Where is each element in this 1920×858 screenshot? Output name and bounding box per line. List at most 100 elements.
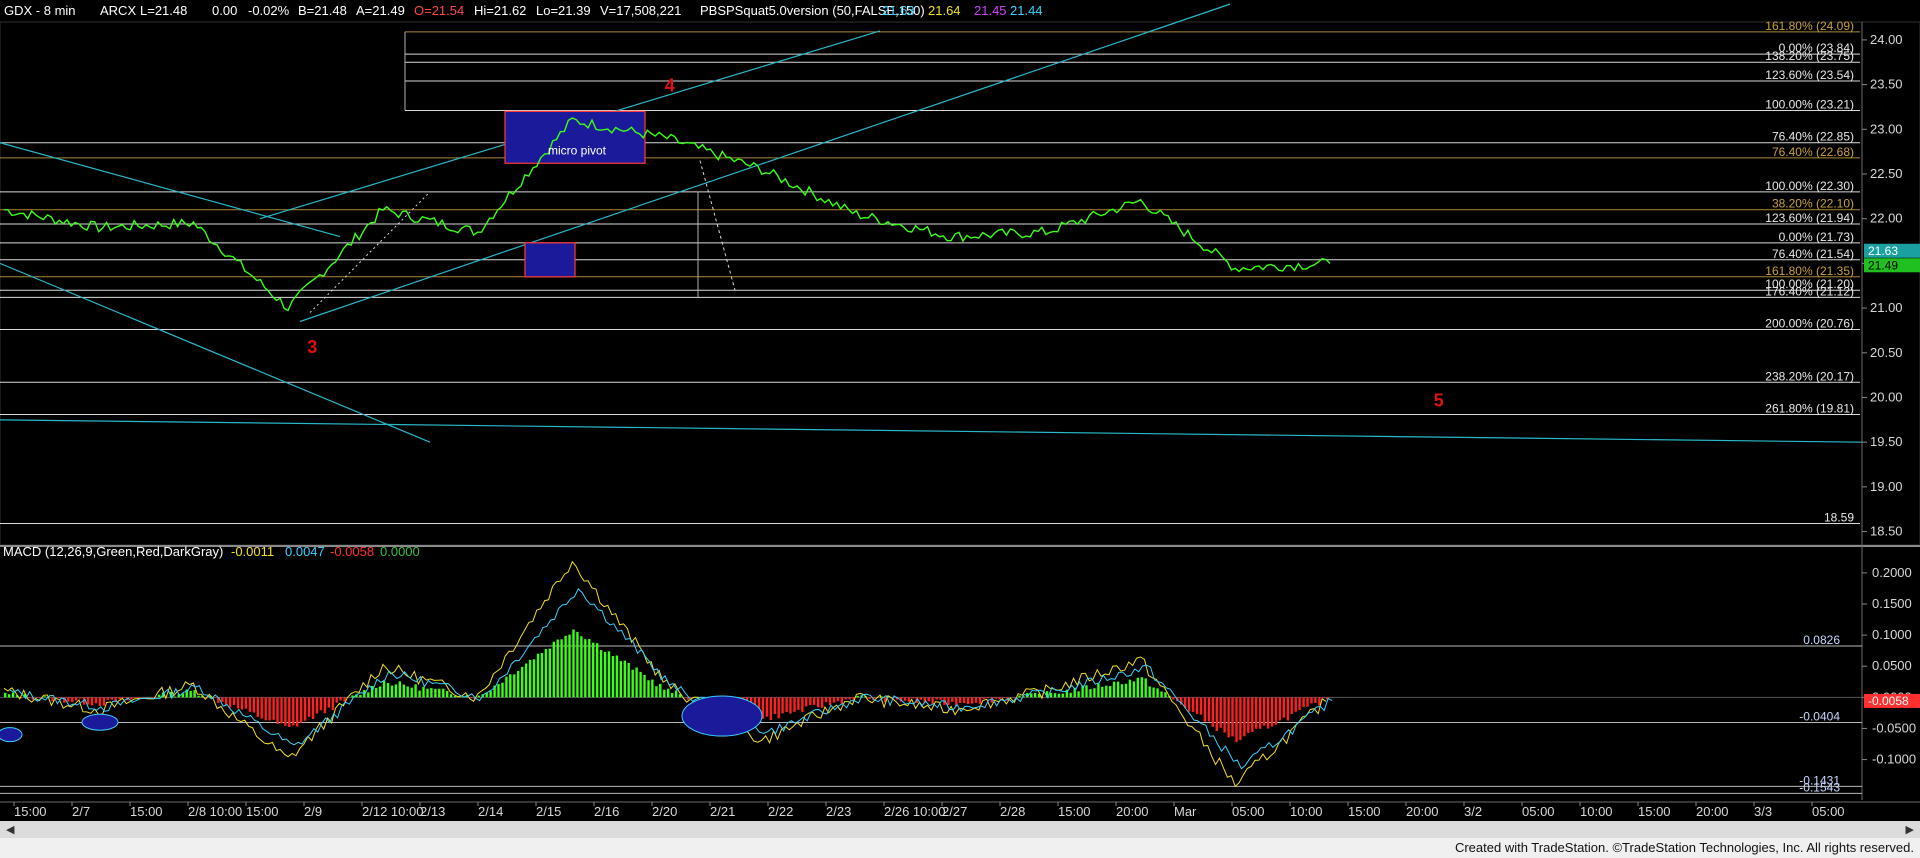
macd-hist-bar (193, 690, 196, 698)
macd-hist-bar (556, 639, 559, 698)
fib-level-label: 161.80% (24.09) (1765, 19, 1854, 33)
macd-level-label: 0.0826 (1803, 633, 1840, 647)
macd-hist-bar (430, 688, 433, 698)
macd-hist-bar (1148, 686, 1151, 698)
macd-hist-bar (284, 697, 287, 726)
macd-hist-bar (394, 684, 398, 698)
price-panel[interactable]: 24.0023.5023.0022.5022.0021.5021.0020.50… (0, 3, 1920, 800)
macd-hist-bar (840, 697, 843, 704)
macd-hist-bar (402, 684, 405, 698)
macd-hist-bar (102, 697, 106, 706)
macd-hist-bar (603, 652, 607, 698)
macd-hist-bar (1294, 697, 1297, 712)
wave-label-4: 4 (665, 76, 675, 96)
fib-level-label: 76.40% (21.54) (1772, 247, 1854, 261)
macd-hist-bar (1266, 697, 1270, 729)
macd-hist-bar (1302, 697, 1305, 708)
macd-hist-bar (1219, 697, 1222, 728)
time-tick-label: 2/12 10:00 (362, 804, 423, 819)
macd-hist-bar (935, 697, 938, 700)
macd-hist-bar (367, 692, 370, 698)
macd-hist-bar (824, 697, 828, 703)
time-tick-label: 3/2 (1464, 804, 1482, 819)
macd-hist-bar (848, 697, 851, 700)
macd-hist-bar (311, 697, 315, 720)
macd-hist-bar (911, 697, 915, 699)
macd-hist-bar (1262, 697, 1266, 726)
header-change: 0.00 (212, 3, 237, 18)
header-exchange: ARCX (100, 3, 136, 18)
macd-hist-bar (1211, 697, 1214, 727)
macd-hist-bar (280, 697, 283, 724)
time-tick-label: 3/3 (1754, 804, 1772, 819)
price-tick-label: 20.00 (1870, 389, 1903, 404)
header-bid: B=21.48 (298, 3, 347, 18)
scroll-left-icon[interactable]: ◀ (6, 823, 14, 836)
footer-credit: Created with TradeStation. ©TradeStation… (0, 838, 1920, 858)
macd-hist-bar (643, 674, 646, 698)
macd-hist-bar (296, 697, 299, 727)
price-chart[interactable]: GDX - 8 min ARCX L=21.48 0.00 -0.02% B=2… (0, 0, 1920, 858)
macd-hist-bar (422, 686, 425, 698)
macd-hist-bar (801, 697, 804, 713)
macd-hist-bar (406, 686, 409, 698)
macd-hist-bar (1116, 681, 1120, 698)
time-tick-label: 2/8 10:00 (188, 804, 242, 819)
macd-hist-bar (1156, 688, 1159, 698)
macd-hist-bar (1298, 697, 1301, 711)
time-tick-label: 2/22 (768, 804, 793, 819)
macd-hist-bar (1085, 685, 1088, 698)
fib-level-label: 138.20% (23.75) (1765, 49, 1854, 63)
fib-level-label: 100.00% (23.21) (1765, 98, 1854, 112)
macd-hist-bar (300, 697, 303, 723)
macd-hist-bar (560, 639, 563, 698)
macd-hist-bar (63, 697, 66, 703)
time-tick-label: 20:00 (1696, 804, 1729, 819)
macd-hist-bar (828, 697, 832, 706)
price-tick-label: 18.50 (1870, 524, 1903, 539)
macd-hist-bar (90, 697, 94, 706)
macd-hist-bar (1306, 697, 1309, 707)
time-tick-label: 15:00 (246, 804, 279, 819)
macd-hist-bar (1278, 697, 1282, 721)
price-tick-label: 23.50 (1870, 77, 1903, 92)
fib-level-label: 176.40% (21.12) (1765, 284, 1854, 298)
macd-hist-bar (1120, 684, 1124, 698)
macd-hist-bar (469, 697, 473, 699)
macd-hist-bar (1286, 697, 1289, 721)
macd-hist-bar (307, 697, 311, 717)
macd-hist-bar (580, 636, 583, 698)
channel-line (299, 3, 1231, 323)
macd-hist-bar (378, 686, 382, 698)
macd-hist-bar (536, 653, 540, 698)
macd-hist-bar (1243, 697, 1246, 737)
time-tick-label: 15:00 (14, 804, 47, 819)
macd-hist-bar (67, 697, 70, 702)
macd-hist-bar (106, 697, 109, 700)
last-price-tag-2: 21.49 (1868, 258, 1898, 272)
macd-hist-bar (1097, 683, 1100, 698)
fib-level-label: 200.00% (20.76) (1765, 317, 1854, 331)
macd-hist-bar (844, 697, 847, 700)
price-series-line (4, 117, 1331, 312)
horizontal-scrollbar[interactable]: ◀ ▶ (0, 821, 1920, 838)
macd-hist-bar (1105, 685, 1108, 698)
fib-level-label: 261.80% (19.81) (1765, 401, 1854, 415)
macd-hist-bar (331, 697, 334, 711)
macd-hist-bar (260, 697, 263, 719)
macd-hist-bar (27, 697, 31, 699)
macd-title: MACD (12,26,9,Green,Red,DarkGray) (3, 544, 223, 559)
header-v3: 21.45 (974, 3, 1007, 18)
price-tick-label: 22.00 (1870, 211, 1903, 226)
macd-hist-bar (986, 697, 990, 699)
macd-hist-bar (94, 697, 98, 704)
macd-panel[interactable]: MACD (12,26,9,Green,Red,DarkGray) -0.001… (0, 544, 1920, 794)
macd-hist-bar (130, 697, 133, 700)
time-tick-label: 2/15 (536, 804, 561, 819)
macd-hist-bar (327, 697, 330, 708)
scroll-right-icon[interactable]: ▶ (1906, 823, 1914, 836)
macd-hist-bar (1057, 693, 1061, 698)
macd-hist-bar (1199, 697, 1203, 715)
macd-hist-bar (398, 681, 401, 698)
macd-hist-bar (572, 629, 575, 698)
